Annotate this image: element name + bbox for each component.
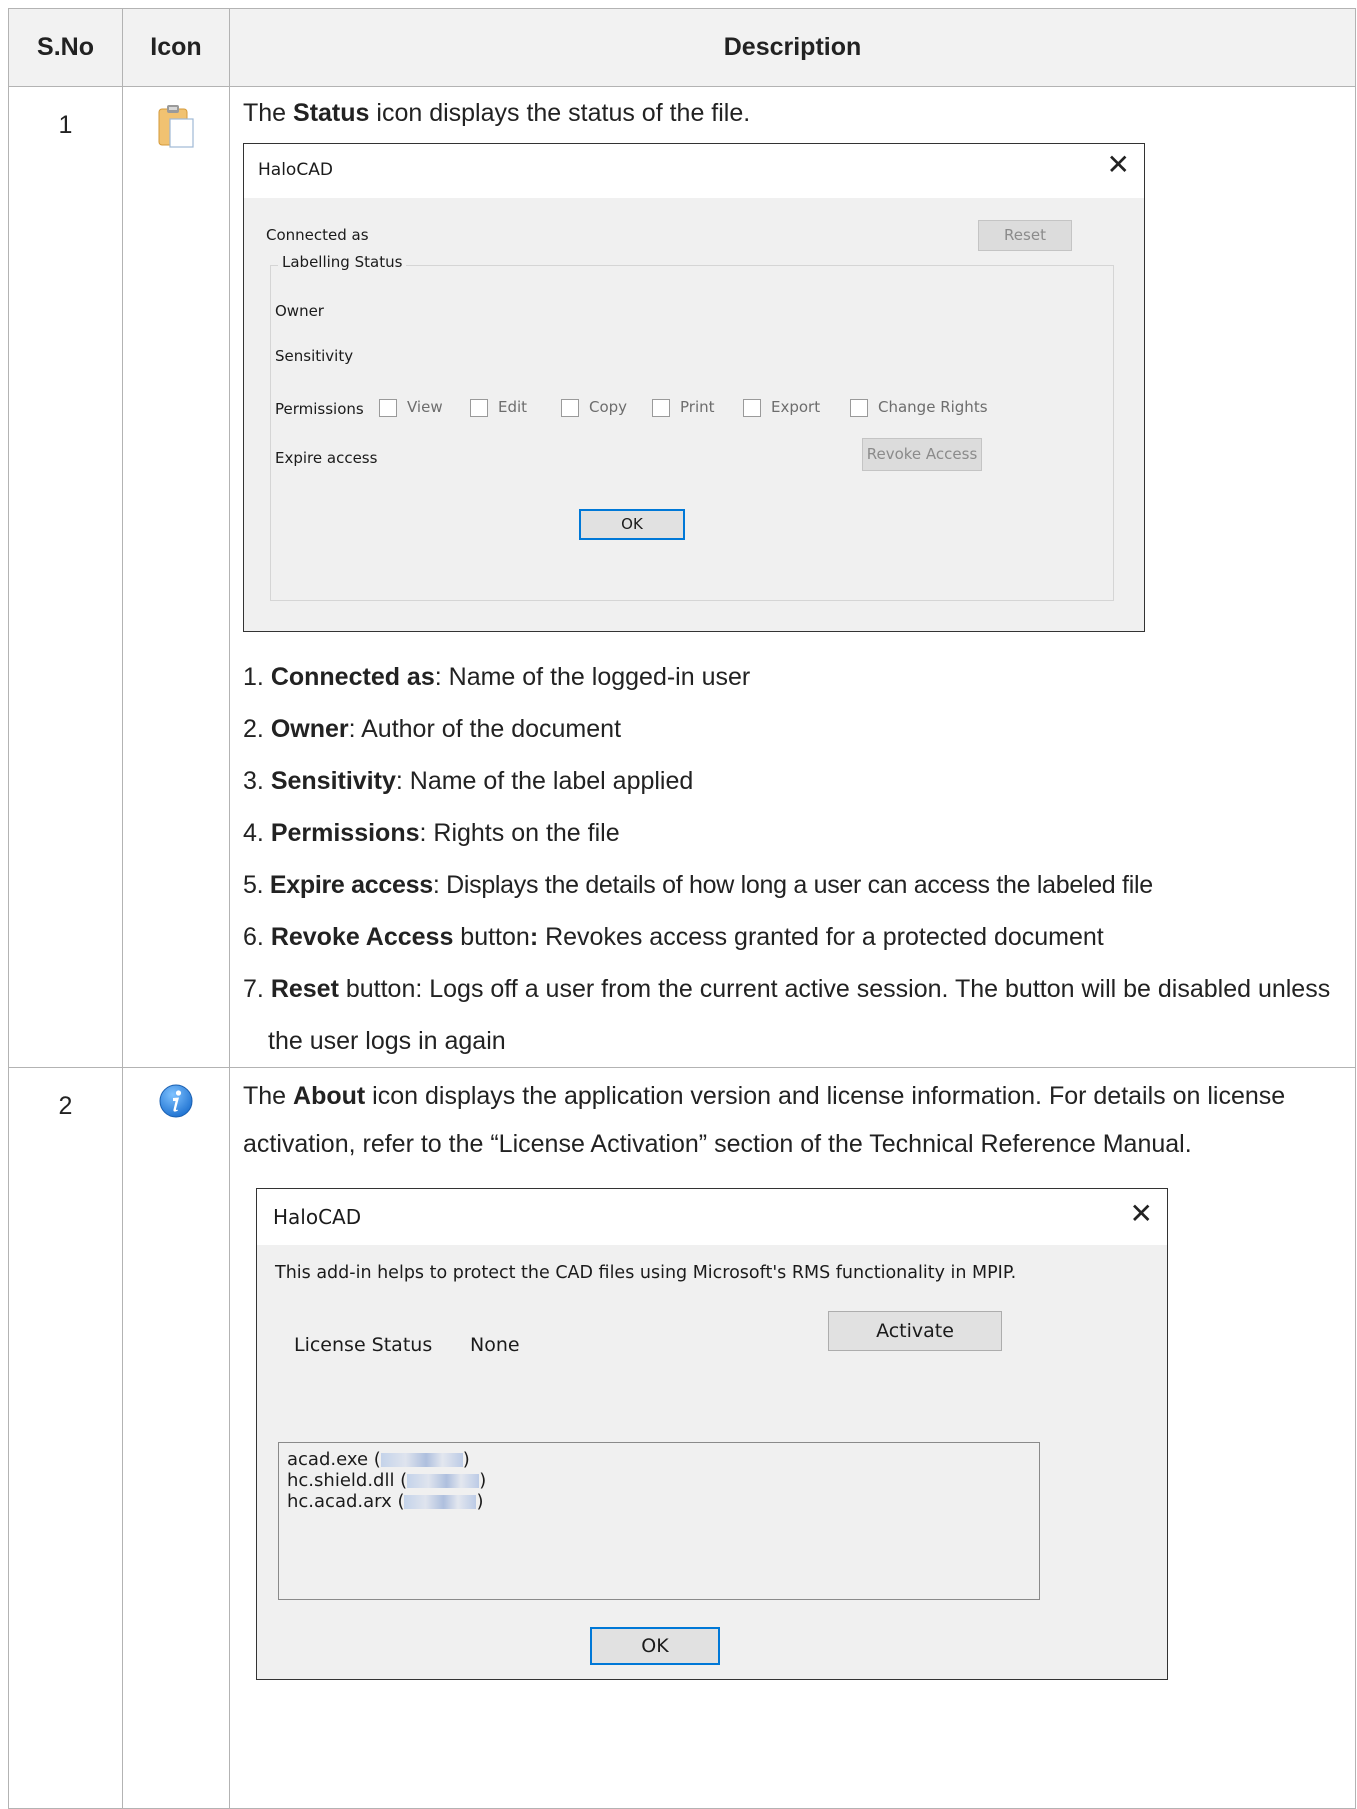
info-icon xyxy=(159,1084,193,1122)
labelling-status-group xyxy=(270,265,1114,601)
list-item: 5. Expire access: Displays the details o… xyxy=(243,871,1153,899)
status-dialog: HaloCAD ✕ Connected as Reset Labelling S… xyxy=(243,143,1145,632)
permission-copy-checkbox[interactable]: Copy xyxy=(561,398,627,417)
clipboard-icon xyxy=(157,105,195,153)
row-number: 2 xyxy=(8,1067,123,1809)
list-item: hc.shield.dll () xyxy=(287,1470,487,1491)
list-item: 1. Connected as: Name of the logged-in u… xyxy=(243,663,751,691)
dialog-titlebar: HaloCAD ✕ xyxy=(257,1189,1167,1245)
permission-change-rights-checkbox[interactable]: Change Rights xyxy=(850,398,988,417)
close-icon[interactable]: ✕ xyxy=(1107,148,1130,182)
redacted-version xyxy=(404,1495,477,1509)
activate-button[interactable]: Activate xyxy=(828,1311,1002,1351)
permission-print-checkbox[interactable]: Print xyxy=(652,398,715,417)
about-message: This add-in helps to protect the CAD fil… xyxy=(275,1263,1017,1283)
expire-access-label: Expire access xyxy=(275,449,378,467)
permission-edit-checkbox[interactable]: Edit xyxy=(470,398,527,417)
dialog-titlebar: HaloCAD ✕ xyxy=(244,144,1144,198)
permission-view-checkbox[interactable]: View xyxy=(379,398,443,417)
list-item: 7. Reset button: Logs off a user from th… xyxy=(243,975,1331,1055)
redacted-version xyxy=(380,1453,463,1467)
header-icon: Icon xyxy=(122,8,230,87)
list-item: hc.acad.arx () xyxy=(287,1491,484,1512)
list-item: 3. Sensitivity: Name of the label applie… xyxy=(243,767,694,795)
sensitivity-label: Sensitivity xyxy=(275,347,354,365)
about-dialog: HaloCAD ✕ This add-in helps to protect t… xyxy=(256,1188,1168,1680)
close-icon[interactable]: ✕ xyxy=(1130,1197,1153,1231)
connected-as-label: Connected as xyxy=(266,226,369,244)
status-intro: The Status icon displays the status of t… xyxy=(243,99,751,127)
permission-export-checkbox[interactable]: Export xyxy=(743,398,820,417)
header-sno: S.No xyxy=(8,8,123,87)
list-item: acad.exe () xyxy=(287,1449,470,1470)
list-item: 4. Permissions: Rights on the file xyxy=(243,819,620,847)
ok-button[interactable]: OK xyxy=(579,509,685,540)
about-intro: The About icon displays the application … xyxy=(243,1082,1286,1158)
table-row: 1 The Status icon displays the status of… xyxy=(8,86,1356,1068)
description-table: S.No Icon Description 1 The Status icon … xyxy=(8,8,1356,1809)
license-status-value: None xyxy=(470,1334,520,1356)
redacted-version xyxy=(407,1474,480,1488)
table-header-row: S.No Icon Description xyxy=(8,8,1356,87)
list-item: 2. Owner: Author of the document xyxy=(243,715,622,743)
list-item: 6. Revoke Access button: Revokes access … xyxy=(243,923,1104,951)
status-steps-list: 1. Connected as: Name of the logged-in u… xyxy=(243,651,1349,1067)
dialog-title: HaloCAD xyxy=(273,1205,362,1229)
labelling-status-legend: Labelling Status xyxy=(278,253,407,271)
ok-button[interactable]: OK xyxy=(590,1627,720,1665)
module-version-list[interactable]: acad.exe () hc.shield.dll () hc.acad.arx… xyxy=(278,1442,1040,1600)
dialog-title: HaloCAD xyxy=(258,160,333,180)
revoke-access-button[interactable]: Revoke Access xyxy=(862,438,982,471)
table-row: 2 The About icon displays the applicatio… xyxy=(8,1067,1356,1809)
permissions-label: Permissions xyxy=(275,400,364,418)
row-number: 1 xyxy=(8,86,123,1068)
header-description: Description xyxy=(229,8,1356,87)
owner-label: Owner xyxy=(275,302,324,320)
license-status-label: License Status xyxy=(294,1334,433,1356)
reset-button[interactable]: Reset xyxy=(978,220,1072,251)
